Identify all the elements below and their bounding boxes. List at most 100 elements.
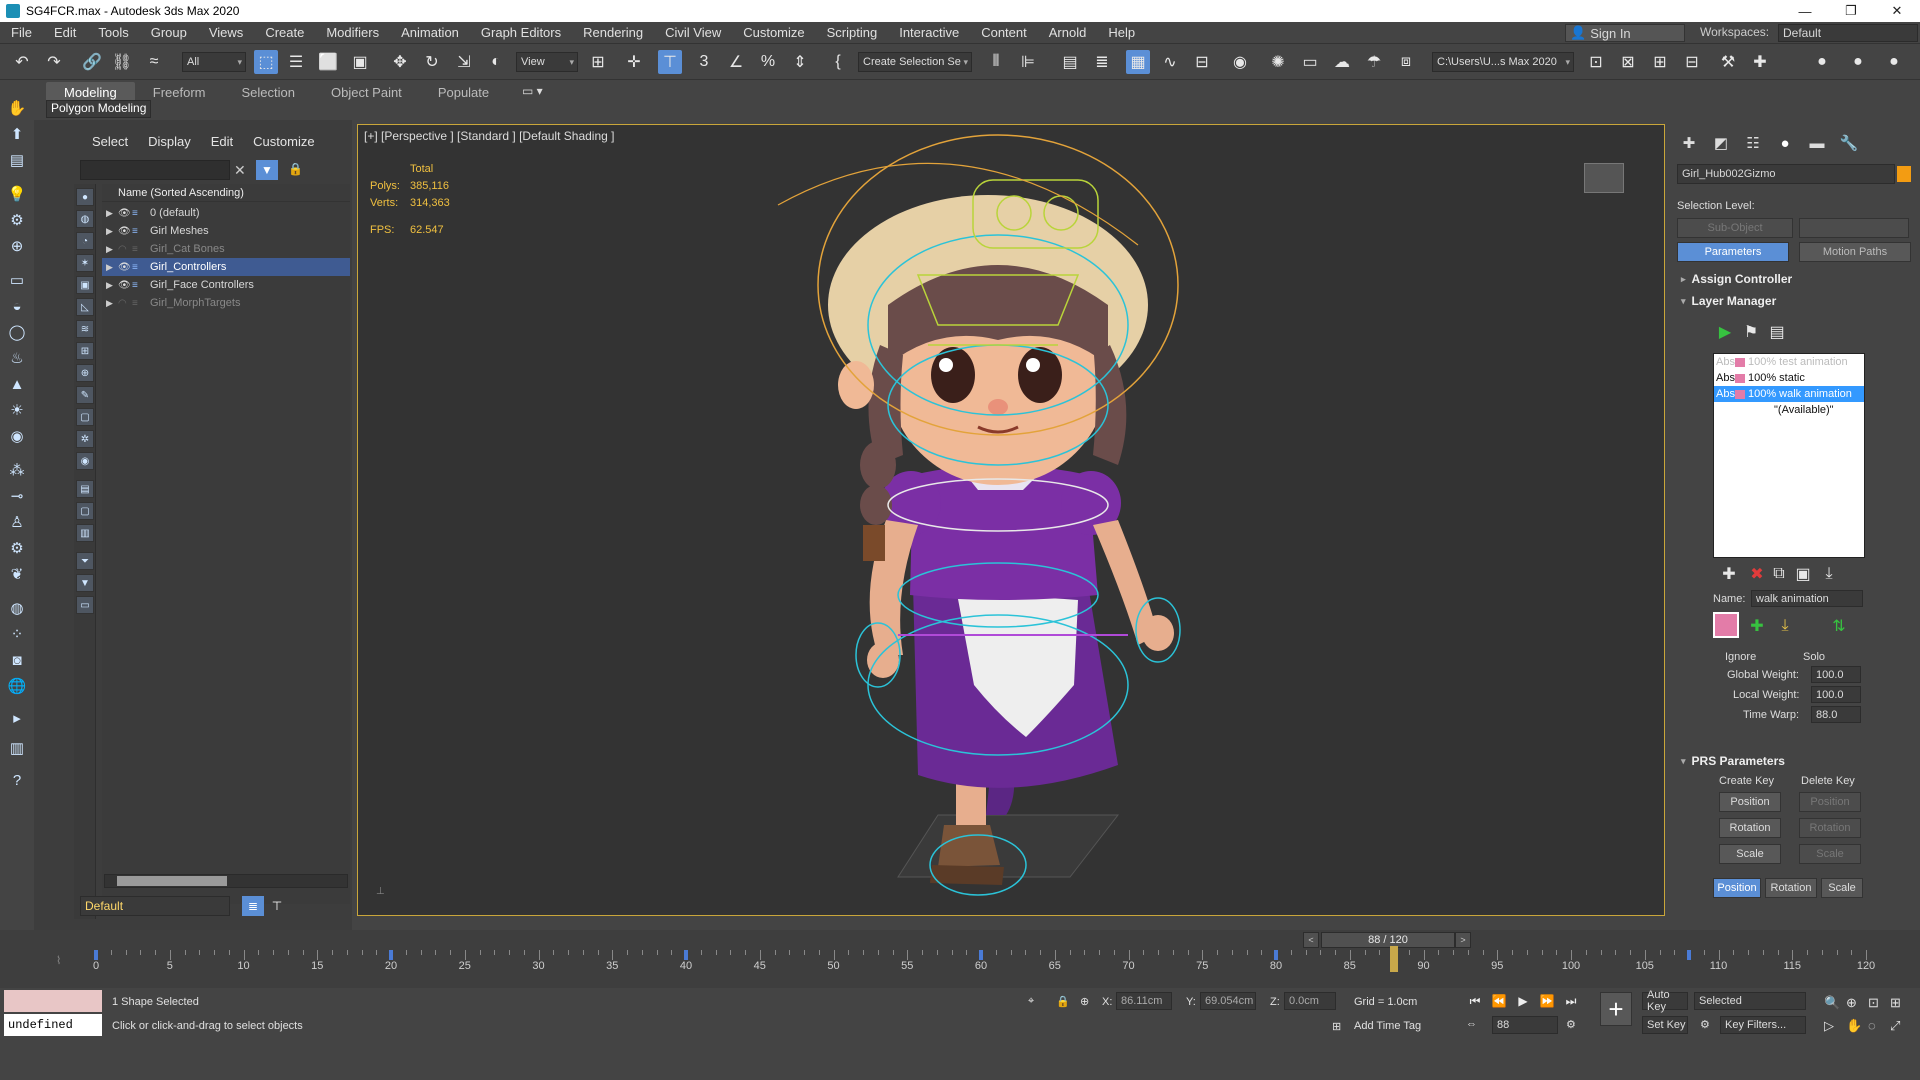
selection-filter-dropdown[interactable]: All bbox=[182, 52, 246, 72]
modify-tab-icon[interactable]: ◩ bbox=[1705, 132, 1737, 154]
render-production-icon[interactable]: ☁ bbox=[1330, 50, 1354, 74]
figure-icon[interactable]: ♙ bbox=[6, 512, 28, 532]
orbit-icon[interactable]: ◌ bbox=[1868, 1018, 1876, 1033]
ribbon-toggle-icon[interactable]: ▦ bbox=[1126, 50, 1150, 74]
maximize-button[interactable]: ❐ bbox=[1828, 0, 1874, 22]
next-frame-icon[interactable]: ⏩ bbox=[1538, 992, 1556, 1010]
move-icon[interactable]: ✥ bbox=[388, 50, 412, 74]
sphere-icon[interactable]: ● bbox=[1810, 50, 1834, 74]
align-icon[interactable]: ⊫ bbox=[1016, 50, 1040, 74]
perspective-viewport[interactable]: [+] [Perspective ] [Standard ] [Default … bbox=[357, 124, 1665, 916]
particles-icon[interactable]: ⁂ bbox=[6, 460, 28, 480]
workspaces-select[interactable]: Default bbox=[1778, 24, 1918, 42]
selection-set-dropdown[interactable]: Create Selection Se bbox=[858, 52, 972, 72]
containers-filter-icon[interactable]: ▢ bbox=[76, 408, 94, 426]
local-weight-spinner[interactable]: 100.0 bbox=[1811, 686, 1861, 703]
helpers-filter-icon[interactable]: ◺ bbox=[76, 298, 94, 316]
project-path-dropdown[interactable]: C:\Users\U...s Max 2020 bbox=[1432, 52, 1574, 72]
layer-color-picker[interactable] bbox=[1713, 612, 1739, 638]
prs-parameters-rollout[interactable]: PRS Parameters bbox=[1677, 752, 1913, 770]
keyframe-marker[interactable] bbox=[684, 950, 688, 960]
key-filters-button[interactable]: Key Filters... bbox=[1720, 1016, 1806, 1034]
angle-snap-icon[interactable]: ∠ bbox=[724, 50, 748, 74]
delete-rotation-key-button[interactable]: Rotation bbox=[1799, 818, 1861, 838]
material-editor-icon[interactable]: ◉ bbox=[1228, 50, 1252, 74]
cameras-filter-icon[interactable]: ▣ bbox=[76, 276, 94, 294]
menu-modifiers[interactable]: Modifiers bbox=[315, 25, 390, 40]
layer-list-icon[interactable]: ▤ bbox=[1765, 320, 1789, 344]
render-icon[interactable]: ◙ bbox=[6, 650, 28, 670]
solo-checkbox-label[interactable]: Solo bbox=[1803, 651, 1825, 663]
keyframe-marker[interactable] bbox=[1274, 950, 1278, 960]
eye-icon[interactable]: 👁 bbox=[118, 226, 132, 237]
menu-arnold[interactable]: Arnold bbox=[1038, 25, 1098, 40]
unlink-icon[interactable]: ⛓ bbox=[110, 50, 134, 74]
se-menu-display[interactable]: Display bbox=[138, 134, 201, 149]
box-icon[interactable]: ▭ bbox=[6, 270, 28, 290]
isolate-icon[interactable]: ⌖ bbox=[1028, 995, 1034, 1008]
current-frame-field[interactable]: 88 bbox=[1492, 1016, 1558, 1034]
paste-layer-icon[interactable]: ▣ bbox=[1791, 562, 1815, 586]
menu-graph-editors[interactable]: Graph Editors bbox=[470, 25, 572, 40]
object-name-field[interactable]: Girl_Hub002Gizmo bbox=[1677, 164, 1895, 184]
assign-controller-rollout[interactable]: Assign Controller bbox=[1677, 270, 1913, 288]
keyboard-shortcut-icon[interactable]: ⊤ bbox=[658, 50, 682, 74]
delete-scale-key-button[interactable]: Scale bbox=[1799, 844, 1861, 864]
lights-filter-icon[interactable]: ✶ bbox=[76, 254, 94, 272]
se-menu-customize[interactable]: Customize bbox=[243, 134, 324, 149]
object-color-swatch[interactable] bbox=[1897, 166, 1911, 182]
sub-object-dropdown[interactable] bbox=[1799, 218, 1909, 238]
clear-search-icon[interactable]: ✕ bbox=[234, 162, 246, 179]
palette-icon[interactable]: ⁘ bbox=[6, 624, 28, 644]
edit-named-sets-icon[interactable]: { bbox=[826, 50, 850, 74]
scene-row[interactable]: ▶ 👁 ≡ Girl_Controllers bbox=[102, 258, 350, 276]
menu-civil-view[interactable]: Civil View bbox=[654, 25, 732, 40]
animation-layer-icon[interactable]: ⚑ bbox=[1739, 320, 1763, 344]
delete-position-key-button[interactable]: Position bbox=[1799, 792, 1861, 812]
render-cloud-icon[interactable]: ⧈ bbox=[1394, 50, 1418, 74]
frozen-filter-icon[interactable]: ✲ bbox=[76, 430, 94, 448]
motion-paths-button[interactable]: Motion Paths bbox=[1799, 242, 1911, 262]
render-iterative-icon[interactable]: ☂ bbox=[1362, 50, 1386, 74]
go-to-end-icon[interactable]: ⏭ bbox=[1562, 992, 1580, 1010]
menu-group[interactable]: Group bbox=[140, 25, 198, 40]
rotate-icon[interactable]: ↻ bbox=[420, 50, 444, 74]
project-settings-icon[interactable]: ⊟ bbox=[1680, 50, 1704, 74]
character-scene[interactable] bbox=[358, 125, 1665, 916]
rect-selection-icon[interactable]: ⬜ bbox=[316, 50, 340, 74]
schematic-view-icon[interactable]: ⊟ bbox=[1190, 50, 1214, 74]
auto-key-button[interactable]: Auto Key bbox=[1642, 989, 1688, 1013]
previous-frame-icon[interactable]: ⏪ bbox=[1490, 992, 1508, 1010]
scene-list-header[interactable]: Name (Sorted Ascending) bbox=[102, 184, 350, 202]
globe-icon[interactable]: 🌐 bbox=[6, 676, 28, 696]
ribbon-options-icon[interactable]: ▭ ▾ bbox=[522, 84, 543, 98]
add-controller-icon[interactable]: ✚ bbox=[1745, 614, 1769, 638]
sub-object-button[interactable]: Sub-Object bbox=[1677, 218, 1793, 238]
absolute-mode-icon[interactable]: ⊕ bbox=[1080, 995, 1089, 1008]
helper-icon[interactable]: ⊕ bbox=[6, 236, 28, 256]
select-by-name-icon[interactable]: ☰ bbox=[284, 50, 308, 74]
project-folder-icon[interactable]: ⊡ bbox=[1584, 50, 1608, 74]
xrefs-filter-icon[interactable]: ⊕ bbox=[76, 364, 94, 382]
expand-icon[interactable]: ▸ bbox=[6, 708, 28, 728]
keyframe-marker[interactable] bbox=[94, 950, 98, 960]
menu-rendering[interactable]: Rendering bbox=[572, 25, 654, 40]
create-scale-key-button[interactable]: Scale bbox=[1719, 844, 1781, 864]
layer-row[interactable]: "(Available)" bbox=[1714, 402, 1864, 418]
bones-filter-icon[interactable]: ✎ bbox=[76, 386, 94, 404]
copy-layer-icon[interactable]: ⧉ bbox=[1767, 562, 1791, 586]
frame-ruler[interactable]: 0 5 10 15 20 25 30 35 40 45 50 55 60 65 70 75 80 85 90 95 10… bbox=[93, 946, 1875, 984]
spacewarps-filter-icon[interactable]: ≋ bbox=[76, 320, 94, 338]
current-layer-dropdown[interactable]: Default bbox=[80, 896, 230, 916]
doc-icon[interactable]: ▤ bbox=[6, 150, 28, 170]
create-icon[interactable]: ⬆ bbox=[6, 124, 28, 144]
scene-row[interactable]: ▶ 👁 ≡ Girl Meshes bbox=[102, 222, 350, 240]
create-rotation-key-button[interactable]: Rotation bbox=[1719, 818, 1781, 838]
render-setup-icon[interactable]: ✺ bbox=[1266, 50, 1290, 74]
create-tab-icon[interactable]: ✚ bbox=[1673, 132, 1705, 154]
go-to-start-icon[interactable]: ⏮ bbox=[1466, 992, 1484, 1010]
mirror-icon[interactable]: ⫴ bbox=[984, 50, 1008, 74]
collapse-down-icon[interactable]: ⤓ bbox=[1773, 614, 1797, 638]
bind-space-warp-icon[interactable]: ≈ bbox=[142, 50, 166, 74]
eye-icon[interactable]: 👁 bbox=[118, 208, 132, 219]
